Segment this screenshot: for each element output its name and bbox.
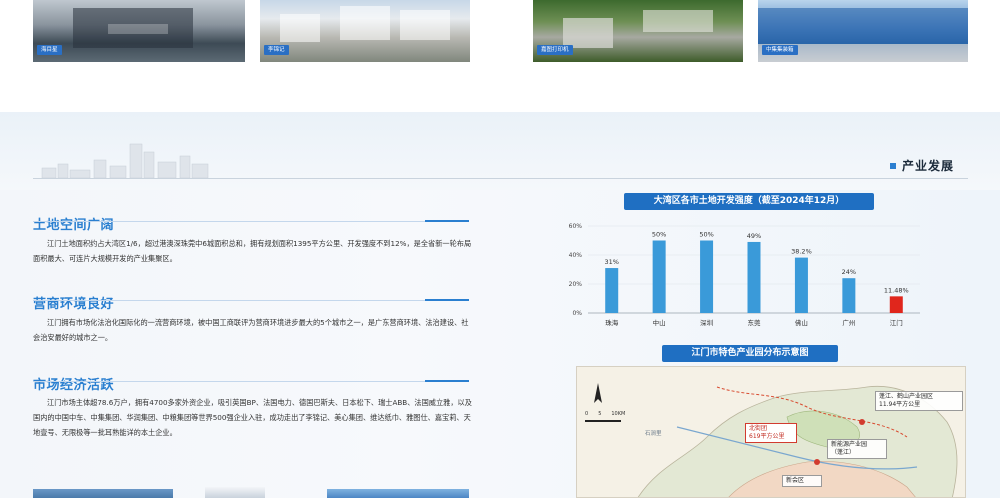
paragraph-business: 江门拥有市场化法治化国际化的一流营商环境，被中国工商联评为营商环境进步最大的5个… [33,318,469,342]
bottom-photo [327,489,469,498]
y-tick-label: 20% [569,281,583,288]
photo-haimuxing: 海目星 [33,0,245,62]
heading-rule [33,299,469,301]
heading-rule [33,220,469,222]
scale-label: 10KM [611,411,626,417]
map-callout: 蓬江、鹤山产业园区 11.94平方公里 [875,391,963,411]
x-tick-label: 中山 [653,318,666,327]
map-callout: 新能源产业园 （蓬江） [827,439,887,459]
paragraph-land: 江门土地面积约占大湾区1/6，超过港澳深珠莞中6城面积总和，拥有规划面积1395… [33,239,472,263]
x-tick-label: 深圳 [700,318,713,327]
y-tick-label: 60% [569,223,583,230]
photo-leekumkee: 李锦记 [260,0,470,62]
bar-chart: 0% 20% 40% 60% 31% 珠海 50% 中山 50% 深圳 49% 东莞 38.2% 佛山 24… [569,223,920,327]
data-label: 11.48% [884,286,909,294]
scale-label: 0 [585,411,589,417]
heading-business: 营商环境良好 [33,297,115,312]
skyline-illustration [41,143,209,178]
divider-line [33,178,968,179]
x-tick-label: 珠海 [605,318,619,327]
data-label: 50% [652,231,666,239]
paragraph-economy: 江门市场主体超78.6万户，拥有4700多家外资企业，吸引英国BP、法国电力、德… [33,398,472,437]
compass-north-icon [594,383,602,403]
photo-caption: 李锦记 [264,45,289,55]
bar-6 [842,278,856,313]
x-tick-label: 佛山 [795,318,808,327]
map-callout: 北街团 619平方公里 [745,423,797,443]
bar-4 [747,241,761,313]
heading-land: 土地空间广阔 [33,218,115,233]
y-tick-label: 40% [569,252,583,259]
heading-rule [33,380,469,382]
bar-3 [700,240,714,313]
photo-caption: 海目星 [37,45,62,55]
photo-printer-factory: 嘉图打印机 [533,0,743,62]
data-label: 49% [747,232,761,240]
bottom-photo [33,489,173,498]
industrial-park-map: 0 5 10KM 石涧里 北街团 619平方公里 蓬江、鹤山产业园区 11.94… [576,366,966,498]
map-scale-bar: 0 5 10KM [585,411,625,417]
y-tick-label: 0% [572,310,582,317]
bar-1 [605,268,619,313]
section-marker-icon [890,162,896,169]
photo-cimc: 中集集装箱 [758,0,968,62]
photo-caption: 中集集装箱 [762,45,798,55]
x-tick-label: 东莞 [748,318,762,327]
heading-economy: 市场经济活跃 [33,378,115,393]
section-title: 产业发展 [902,159,955,173]
section-tag: 产业发展 [890,157,954,174]
bar-5 [794,257,808,313]
map-callout: 新会区 [782,475,822,487]
x-tick-label: 江门 [890,318,903,327]
scale-bar-line [585,420,621,422]
x-tick-label: 广州 [842,318,855,327]
map-title: 江门市特色产业园分布示意图 [662,345,838,362]
bar-7 [889,296,903,313]
photo-caption: 嘉图打印机 [537,45,573,55]
data-label: 38.2% [791,248,812,256]
chart-title: 大湾区各市土地开发强度（截至2024年12月） [624,193,874,210]
data-label: 50% [699,231,713,239]
bar-2 [652,240,666,313]
page: 海目星 李锦记 嘉图打印机 中集集装箱 产业发展 土地空间广阔 江门土地面积约占… [0,0,1000,498]
data-label: 24% [842,268,856,276]
data-label: 31% [604,258,618,266]
scale-label: 5 [598,411,602,417]
place-label: 石涧里 [645,431,662,437]
bottom-photo [205,487,265,498]
